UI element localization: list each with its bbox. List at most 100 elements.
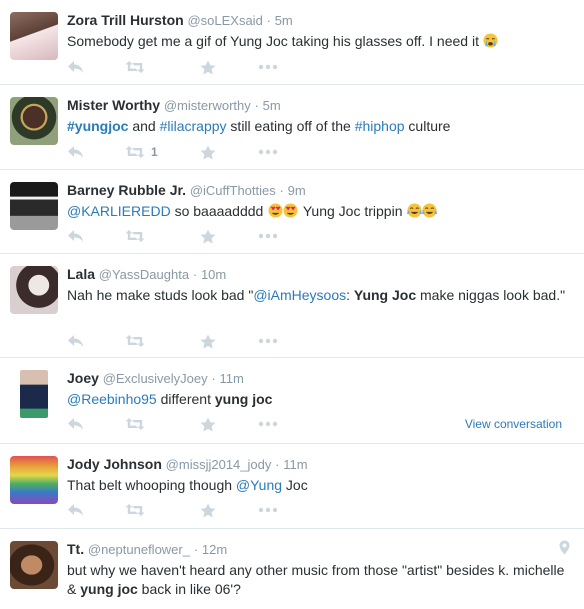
reply-button[interactable] (67, 229, 125, 243)
tweet-handle[interactable]: @YassDaughta (99, 267, 189, 282)
crying-emoji (483, 33, 498, 53)
separator-dot: · (279, 183, 284, 198)
reply-icon (67, 145, 84, 159)
retweet-button[interactable] (125, 417, 200, 431)
tweet-text-segment: : (346, 287, 354, 303)
tweet-fullname[interactable]: Lala (67, 266, 95, 282)
reply-button[interactable] (67, 503, 125, 517)
hashtag-link[interactable]: #yungjoc (67, 118, 128, 134)
tweet-handle[interactable]: @soLEXsaid (187, 13, 262, 28)
favorite-button[interactable] (200, 60, 258, 75)
tweet-timestamp[interactable]: 11m (220, 371, 244, 386)
retweet-button[interactable] (125, 60, 200, 74)
reply-icon (67, 503, 84, 517)
star-icon (200, 229, 216, 244)
tweet-timestamp[interactable]: 5m (263, 98, 281, 113)
tweet-fullname[interactable]: Tt. (67, 541, 84, 557)
tweet-actions (67, 58, 574, 76)
avatar[interactable] (10, 182, 58, 230)
tweet-fullname[interactable]: Mister Worthy (67, 97, 160, 113)
tweet[interactable]: Joey @ExclusivelyJoey · 11m @Reebinho95 … (0, 358, 584, 444)
tweet-text: That belt whooping though @Yung Joc (67, 476, 574, 495)
tweet-fullname[interactable]: Joey (67, 370, 99, 386)
tweet-text-segment: Yung Joc trippin (299, 203, 407, 219)
retweet-icon (125, 229, 145, 243)
tweet-handle[interactable]: @iCuffThotties (190, 183, 276, 198)
more-options-button[interactable] (258, 507, 316, 513)
favorite-button[interactable] (200, 145, 258, 160)
tweet-timestamp[interactable]: 5m (275, 13, 293, 28)
favorite-button[interactable] (200, 334, 258, 349)
mention-link[interactable]: @iAmHeysoos (253, 287, 346, 303)
star-icon (200, 334, 216, 349)
reply-icon (67, 60, 84, 74)
tweet[interactable]: Barney Rubble Jr. @iCuffThotties · 9m @K… (0, 170, 584, 254)
tweet-timestamp[interactable]: 9m (288, 183, 306, 198)
mention-link[interactable]: @Yung (236, 477, 282, 493)
tweet-text: @Reebinho95 different yung joc (67, 390, 574, 409)
retweet-icon (125, 60, 145, 74)
tweet-text-segment: make niggas look bad." (416, 287, 566, 303)
tweet-text-segment: That belt whooping though (67, 477, 236, 493)
more-options-button[interactable] (258, 149, 316, 155)
tweet-fullname[interactable]: Zora Trill Hurston (67, 12, 184, 28)
tweet-fullname[interactable]: Jody Johnson (67, 456, 162, 472)
avatar[interactable] (10, 12, 58, 60)
hashtag-link[interactable]: #hiphop (355, 118, 405, 134)
avatar[interactable] (20, 370, 48, 418)
star-icon (200, 145, 216, 160)
retweet-button[interactable] (125, 503, 200, 517)
reply-button[interactable] (67, 417, 125, 431)
avatar[interactable] (10, 266, 58, 314)
more-icon (258, 338, 278, 344)
highlighted-keyword: yung joc (80, 581, 138, 597)
tweet-handle[interactable]: @ExclusivelyJoey (103, 371, 208, 386)
more-options-button[interactable] (258, 64, 316, 70)
tweet-fullname[interactable]: Barney Rubble Jr. (67, 182, 186, 198)
reply-icon (67, 229, 84, 243)
tweet-timestamp[interactable]: 10m (201, 267, 226, 282)
tweet-text-segment: so baaaadddd (170, 203, 268, 219)
mention-link[interactable]: @Reebinho95 (67, 391, 157, 407)
more-icon (258, 233, 278, 239)
tweet-text: @KARLIEREDD so baaaadddd Yung Joc trippi… (67, 202, 574, 223)
tweet-text-segment: and (128, 118, 160, 134)
hashtag-link[interactable]: #lilacrappy (160, 118, 227, 134)
reply-icon (67, 334, 84, 348)
more-options-button[interactable] (258, 233, 316, 239)
tweet-timestamp[interactable]: 11m (283, 457, 307, 472)
reply-button[interactable] (67, 334, 125, 348)
location-pin-icon[interactable] (559, 540, 570, 560)
favorite-button[interactable] (200, 229, 258, 244)
tweet-timestamp[interactable]: 12m (202, 542, 227, 557)
tweet-text-segment: still eating off of the (226, 118, 355, 134)
avatar[interactable] (10, 456, 58, 504)
retweet-button[interactable] (125, 229, 200, 243)
tweet[interactable]: Jody Johnson @missjj2014_jody · 11m That… (0, 444, 584, 529)
retweet-button[interactable] (125, 334, 200, 348)
retweet-button[interactable]: 1 (125, 145, 200, 159)
avatar[interactable] (10, 541, 58, 589)
tweet-handle[interactable]: @missjj2014_jody (166, 457, 272, 472)
view-conversation-link[interactable]: View conversation (465, 415, 562, 433)
tweet-text-segment: culture (404, 118, 451, 134)
tweet[interactable]: Zora Trill Hurston @soLEXsaid · 5m Someb… (0, 0, 584, 85)
tweet-actions: 1 (67, 143, 574, 161)
favorite-button[interactable] (200, 503, 258, 518)
tweet-handle[interactable]: @misterworthy (164, 98, 251, 113)
avatar[interactable] (10, 97, 58, 145)
more-options-button[interactable] (258, 338, 316, 344)
reply-button[interactable] (67, 60, 125, 74)
mention-link[interactable]: @KARLIEREDD (67, 203, 171, 219)
tweet[interactable]: Mister Worthy @misterworthy · 5m #yungjo… (0, 85, 584, 170)
more-icon (258, 507, 278, 513)
tweet-handle[interactable]: @neptuneflower_ (88, 542, 190, 557)
tweet[interactable]: Tt. @neptuneflower_ · 12m but why we hav… (0, 529, 584, 609)
retweet-icon (125, 334, 145, 348)
reply-button[interactable] (67, 145, 125, 159)
more-icon (258, 149, 278, 155)
favorite-button[interactable] (200, 417, 258, 432)
more-options-button[interactable] (258, 421, 316, 427)
tweet-actions (67, 227, 574, 245)
tweet[interactable]: Lala @YassDaughta · 10m Nah he make stud… (0, 254, 584, 358)
